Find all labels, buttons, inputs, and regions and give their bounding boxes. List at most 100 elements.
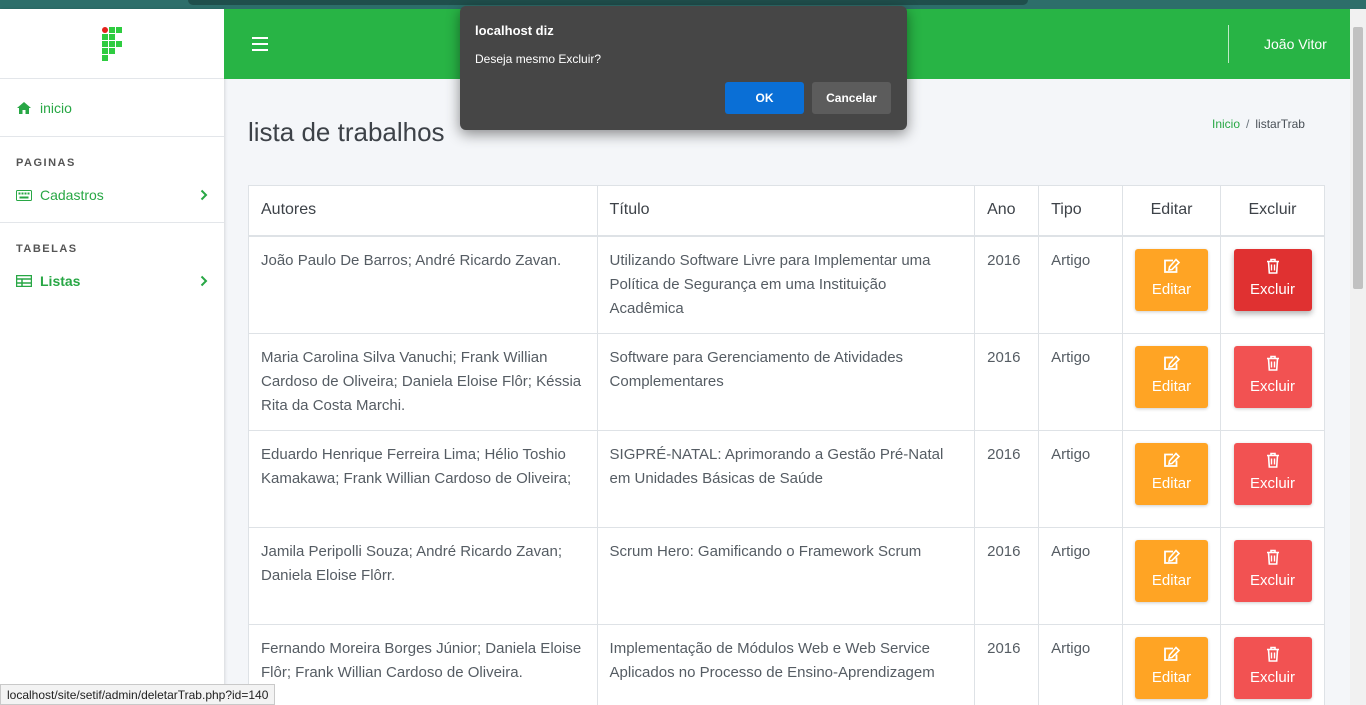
navbar-divider	[1228, 25, 1229, 63]
table-row: Eduardo Henrique Ferreira Lima; Hélio To…	[248, 429, 1325, 528]
cell-title: SIGPRÉ-NATAL: Aprimorando a Gestão Pré-N…	[596, 429, 976, 528]
confirm-dialog: localhost diz Deseja mesmo Excluir? OK C…	[460, 6, 907, 130]
delete-button-label: Excluir	[1249, 377, 1295, 395]
cell-delete: Excluir	[1220, 526, 1325, 625]
delete-button[interactable]: Excluir	[1233, 248, 1312, 311]
cell-delete: Excluir	[1220, 623, 1325, 705]
delete-button-label: Excluir	[1249, 474, 1295, 492]
sidebar: inicio PAGINAS Cadastros TABELAS Listas	[0, 9, 224, 705]
delete-button-label: Excluir	[1249, 280, 1295, 298]
page-scrollbar[interactable]	[1350, 9, 1366, 705]
page-title: lista de trabalhos	[248, 117, 445, 147]
home-icon	[17, 101, 31, 114]
cell-type: Artigo	[1038, 526, 1124, 625]
cell-authors: João Paulo De Barros; André Ricardo Zava…	[248, 235, 598, 334]
edit-button[interactable]: Editar	[1135, 636, 1209, 699]
cell-delete: Excluir	[1220, 429, 1325, 528]
cell-edit: Editar	[1122, 526, 1221, 625]
cell-title: Utilizando Software Livre para Implement…	[596, 235, 976, 334]
cell-edit: Editar	[1122, 332, 1221, 431]
cell-type: Artigo	[1038, 332, 1124, 431]
user-menu[interactable]: João Vitor	[1264, 36, 1327, 52]
breadcrumb: Inicio / listarTrab	[1212, 117, 1305, 131]
edit-button[interactable]: Editar	[1135, 442, 1209, 505]
sidebar-item-home-label: inicio	[40, 99, 72, 116]
cell-year: 2016	[974, 623, 1040, 705]
dialog-cancel-button[interactable]: Cancelar	[812, 82, 891, 114]
column-header-type: Tipo	[1038, 185, 1124, 236]
table-row: Maria Carolina Silva Vanuchi; Frank Will…	[248, 332, 1325, 431]
main-content: lista de trabalhos Inicio / listarTrab Aut…	[224, 79, 1350, 705]
cell-delete: Excluir	[1220, 332, 1325, 431]
edit-icon	[1163, 645, 1180, 661]
column-header-edit: Editar	[1122, 185, 1221, 236]
cell-authors: Eduardo Henrique Ferreira Lima; Hélio To…	[248, 429, 598, 528]
logo-icon	[102, 26, 122, 61]
edit-button-label: Editar	[1151, 377, 1192, 395]
column-header-authors: Autores	[248, 185, 598, 236]
sidebar-item-listas-label: Listas	[40, 273, 81, 289]
edit-icon	[1163, 548, 1180, 564]
cell-title: Implementação de Módulos Web e Web Servi…	[596, 623, 976, 705]
works-table: Autores Título Ano Tipo Editar Excluir J…	[248, 185, 1325, 705]
cell-title: Scrum Hero: Gamificando o Framework Scru…	[596, 526, 976, 625]
sidebar-item-cadastros[interactable]: Cadastros	[0, 177, 224, 213]
address-bar-edge	[188, 0, 1028, 5]
sidebar-item-home[interactable]: inicio	[0, 79, 224, 137]
edit-button[interactable]: Editar	[1135, 345, 1209, 408]
edit-button-label: Editar	[1151, 474, 1192, 492]
edit-icon	[1163, 257, 1180, 273]
cell-type: Artigo	[1038, 429, 1124, 528]
column-header-title: Título	[596, 185, 976, 236]
sidebar-item-listas[interactable]: Listas	[0, 263, 224, 299]
menu-toggle-icon[interactable]	[252, 37, 268, 51]
table-row: Fernando Moreira Borges Júnior; Daniela …	[248, 623, 1325, 705]
delete-button-label: Excluir	[1249, 668, 1295, 686]
edit-icon	[1163, 451, 1180, 467]
dialog-ok-button[interactable]: OK	[725, 82, 804, 114]
cell-authors: Fernando Moreira Borges Júnior; Daniela …	[248, 623, 598, 705]
scrollbar-thumb[interactable]	[1353, 27, 1363, 289]
table-row: João Paulo De Barros; André Ricardo Zava…	[248, 235, 1325, 334]
cell-edit: Editar	[1122, 623, 1221, 705]
trash-icon	[1266, 355, 1279, 371]
delete-button[interactable]: Excluir	[1233, 345, 1312, 408]
column-header-delete: Excluir	[1220, 185, 1325, 236]
cell-edit: Editar	[1122, 429, 1221, 528]
table-row: Jamila Peripolli Souza; André Ricardo Za…	[248, 526, 1325, 625]
cell-type: Artigo	[1038, 623, 1124, 705]
chevron-right-icon	[200, 275, 208, 287]
trash-icon	[1266, 452, 1279, 468]
delete-button[interactable]: Excluir	[1233, 636, 1312, 699]
edit-button-label: Editar	[1151, 280, 1192, 298]
dialog-title: localhost diz	[475, 23, 554, 38]
delete-button[interactable]: Excluir	[1233, 442, 1312, 505]
edit-button[interactable]: Editar	[1135, 248, 1209, 311]
delete-button[interactable]: Excluir	[1233, 539, 1312, 602]
cell-type: Artigo	[1038, 235, 1124, 334]
trash-icon	[1266, 646, 1279, 662]
breadcrumb-home-link[interactable]: Inicio	[1212, 117, 1240, 131]
cell-authors: Jamila Peripolli Souza; André Ricardo Za…	[248, 526, 598, 625]
cell-edit: Editar	[1122, 235, 1221, 334]
cell-year: 2016	[974, 332, 1040, 431]
chevron-right-icon	[200, 189, 208, 201]
sidebar-item-cadastros-label: Cadastros	[40, 187, 104, 203]
brand-logo[interactable]	[0, 9, 224, 79]
cell-title: Software para Gerenciamento de Atividade…	[596, 332, 976, 431]
table-icon	[16, 275, 32, 287]
browser-status-url: localhost/site/setif/admin/deletarTrab.p…	[0, 684, 276, 705]
cell-year: 2016	[974, 429, 1040, 528]
cell-year: 2016	[974, 526, 1040, 625]
dialog-message: Deseja mesmo Excluir?	[475, 52, 602, 66]
sidebar-section-pages: PAGINAS	[16, 157, 76, 169]
trash-icon	[1266, 549, 1279, 565]
cell-year: 2016	[974, 235, 1040, 334]
trash-icon	[1266, 258, 1279, 274]
cell-authors: Maria Carolina Silva Vanuchi; Frank Will…	[248, 332, 598, 431]
table-header-row: Autores Título Ano Tipo Editar Excluir	[248, 185, 1325, 236]
sidebar-section-tables: TABELAS	[16, 243, 78, 255]
keyboard-icon	[16, 189, 32, 201]
edit-button-label: Editar	[1151, 571, 1192, 589]
edit-button[interactable]: Editar	[1135, 539, 1209, 602]
